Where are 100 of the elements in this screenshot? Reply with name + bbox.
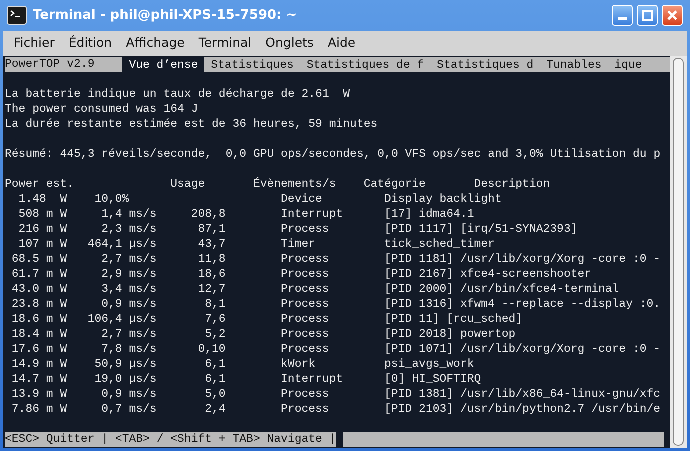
table-cell: [PID 1181] /usr/lib/xorg/Xorg -core :0 - bbox=[384, 252, 661, 267]
table-cell: Process bbox=[281, 253, 330, 266]
table-cell: 1.48 W bbox=[18, 193, 68, 206]
table-cell: 5,2 bbox=[205, 328, 226, 341]
table-cell: 50,9 µs/s bbox=[94, 358, 157, 371]
table-cell: 10,0% bbox=[94, 193, 130, 206]
table-cell: 17.6 m W bbox=[12, 343, 68, 356]
table-cell: [PID 11] [rcu_sched] bbox=[384, 312, 523, 327]
table-cell: 2,9 ms/s bbox=[102, 268, 157, 281]
column-header: Évènements/s bbox=[253, 178, 336, 191]
window-title: Terminal - phil@phil-XPS-15-7590: ~ bbox=[33, 6, 298, 25]
info-text: La durée restante estimée est de 36 heures, 59 minutes bbox=[5, 117, 378, 132]
table-cell: Interrupt bbox=[281, 373, 344, 386]
table-cell: 13.9 m W bbox=[12, 388, 68, 401]
table-cell: [0] HI_SOFTIRQ bbox=[384, 372, 482, 387]
menu-item[interactable]: Édition bbox=[62, 34, 120, 53]
table-cell: Process bbox=[281, 223, 330, 236]
table-cell: Timer bbox=[281, 238, 316, 251]
info-text: The power consumed was 164 J bbox=[5, 102, 198, 117]
maximize-icon bbox=[642, 10, 653, 21]
table-cell: 18,6 bbox=[198, 268, 226, 281]
table-cell: tick_sched_timer bbox=[384, 237, 495, 252]
info-text: La batterie indique un taux de décharge de 2.61 W bbox=[5, 87, 350, 102]
menu-item[interactable]: Affichage bbox=[119, 34, 192, 53]
table-cell: 0,7 ms/s bbox=[102, 403, 157, 416]
minimize-button[interactable] bbox=[612, 5, 633, 26]
table-cell: 0,9 ms/s bbox=[102, 298, 157, 311]
table-cell: Device bbox=[281, 193, 322, 206]
table-cell: 7,6 bbox=[205, 313, 226, 326]
table-cell: 1,4 ms/s bbox=[102, 208, 157, 221]
table-cell: Process bbox=[281, 403, 330, 416]
table-cell: 107 m W bbox=[18, 238, 68, 251]
table-cell: 18.4 m W bbox=[12, 328, 68, 341]
tab[interactable]: Statistiques d bbox=[430, 57, 540, 72]
column-header: Catégorie bbox=[364, 178, 426, 191]
table-cell: 5,0 bbox=[205, 388, 226, 401]
table-cell: 0,9 ms/s bbox=[102, 388, 157, 401]
table-cell: kWork bbox=[281, 358, 316, 371]
table-cell: [PID 2018] powertop bbox=[384, 327, 516, 342]
table-cell: Process bbox=[281, 343, 330, 356]
table-cell: 7.86 m W bbox=[12, 403, 68, 416]
summary-text: Résumé: 445,3 réveils/seconde, 0,0 GPU ops/secondes, 0,0 VFS ops/sec and 3,0% Utilisation du p bbox=[5, 147, 661, 162]
menu-item[interactable]: Aide bbox=[320, 34, 363, 53]
table-cell: 2,7 ms/s bbox=[102, 253, 157, 266]
terminal-icon bbox=[7, 6, 27, 25]
table-cell: Process bbox=[281, 268, 330, 281]
table-cell: [PID 2000] /usr/bin/xfce4-terminal bbox=[384, 282, 620, 297]
tab[interactable]: Statistiques de f bbox=[300, 57, 430, 72]
table-cell: 0,10 bbox=[198, 343, 226, 356]
table-cell: [PID 2167] xfce4-screenshooter bbox=[384, 267, 592, 282]
table-cell: Process bbox=[281, 298, 330, 311]
table-cell: [PID 2103] /usr/bin/python2.7 /usr/bin/e bbox=[384, 402, 661, 417]
table-cell: 2,7 ms/s bbox=[102, 328, 157, 341]
tab[interactable]: Tunables bbox=[540, 57, 608, 72]
table-cell: 23.8 m W bbox=[12, 298, 68, 311]
table-cell: 106,4 µs/s bbox=[88, 313, 157, 326]
table-cell: 6,1 bbox=[205, 373, 226, 386]
menu-item[interactable]: Onglets bbox=[258, 34, 321, 53]
table-cell: 216 m W bbox=[18, 223, 68, 236]
table-cell: 68.5 m W bbox=[12, 253, 68, 266]
table-cell: 3,4 ms/s bbox=[102, 283, 157, 296]
tab[interactable]: Statistiques bbox=[204, 57, 300, 72]
menu-item[interactable]: Fichier bbox=[7, 34, 62, 53]
close-button[interactable] bbox=[662, 5, 683, 26]
column-header: Description bbox=[474, 178, 550, 191]
table-cell: Display backlight bbox=[384, 192, 502, 207]
maximize-button[interactable] bbox=[637, 5, 658, 26]
table-cell: 2,3 ms/s bbox=[102, 223, 157, 236]
column-header: Power est. bbox=[5, 178, 74, 191]
table-cell: 7,8 ms/s bbox=[102, 343, 157, 356]
table-cell: 2,4 bbox=[205, 403, 226, 416]
table-cell: [PID 1117] [irq/51-SYNA2393] bbox=[384, 222, 578, 237]
status-text: <ESC> Quitter | <TAB> / <Shift + TAB> Navigate | bbox=[5, 432, 336, 447]
scrollbar[interactable] bbox=[670, 56, 687, 448]
table-cell: [PID 1381] /usr/lib/x86_64-linux-gnu/xfc bbox=[384, 387, 661, 402]
table-cell: Process bbox=[281, 388, 330, 401]
table-cell: 14.9 m W bbox=[12, 358, 68, 371]
table-cell: Interrupt bbox=[281, 208, 344, 221]
tab[interactable]: ique bbox=[608, 57, 670, 72]
table-cell: 464,1 µs/s bbox=[88, 238, 157, 251]
table-cell: 12,7 bbox=[198, 283, 226, 296]
table-cell: [PID 1316] xfwm4 --replace --display :0. bbox=[384, 297, 661, 312]
table-cell: 6,1 bbox=[205, 358, 226, 371]
table-cell: 43,7 bbox=[198, 238, 226, 251]
table-cell: [17] idma64.1 bbox=[384, 207, 474, 222]
table-cell: Process bbox=[281, 328, 330, 341]
table-cell: 208,8 bbox=[191, 208, 226, 221]
table-cell: 8,1 bbox=[205, 298, 226, 311]
table-cell: Process bbox=[281, 313, 330, 326]
table-cell: 61.7 m W bbox=[12, 268, 68, 281]
table-cell: 18.6 m W bbox=[12, 313, 68, 326]
column-header: Usage bbox=[170, 178, 206, 191]
close-icon bbox=[667, 10, 678, 21]
table-cell: [PID 1071] /usr/lib/xorg/Xorg -core :0 - bbox=[384, 342, 661, 357]
menu-item[interactable]: Terminal bbox=[192, 34, 259, 53]
table-cell: 43.0 m W bbox=[12, 283, 68, 296]
table-cell: 11,8 bbox=[198, 253, 226, 266]
table-cell: Process bbox=[281, 283, 330, 296]
table-cell: 14.7 m W bbox=[12, 373, 68, 386]
table-cell: 19,0 µs/s bbox=[94, 373, 157, 386]
